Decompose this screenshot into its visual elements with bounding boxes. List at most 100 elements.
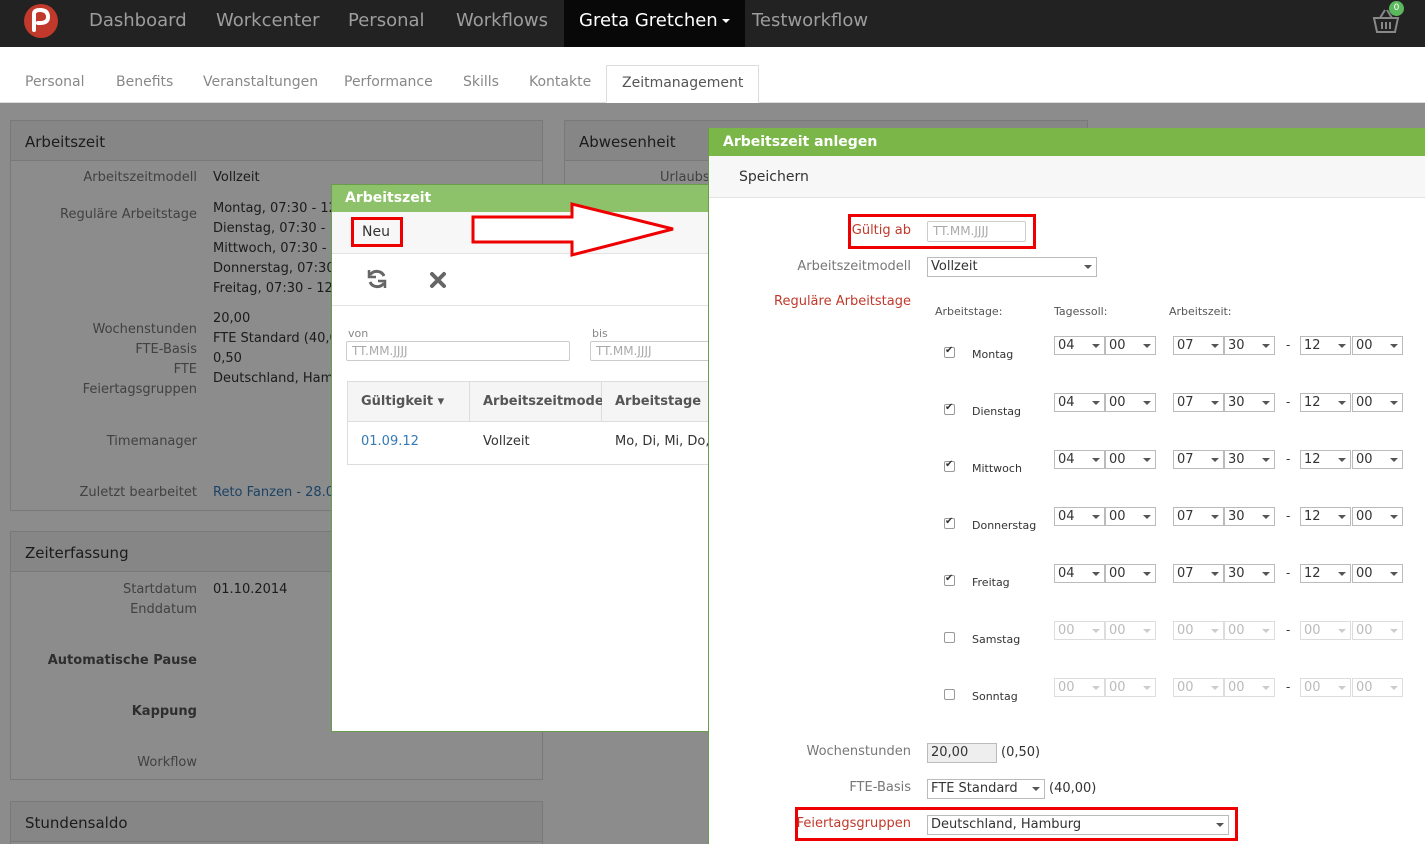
- time-select[interactable]: 12: [1300, 507, 1351, 526]
- chevron-down-icon: [1211, 344, 1219, 348]
- neu-button[interactable]: Neu: [362, 224, 390, 240]
- time-select-value: 07: [1177, 452, 1194, 467]
- time-select[interactable]: 00: [1352, 621, 1403, 640]
- table-cell-gueltigkeit[interactable]: 01.09.12: [361, 434, 419, 449]
- chevron-down-icon: [1211, 401, 1219, 405]
- time-select[interactable]: 07: [1173, 450, 1224, 469]
- time-select[interactable]: 30: [1224, 336, 1275, 355]
- chevron-down-icon: [1262, 515, 1270, 519]
- time-select[interactable]: 30: [1224, 507, 1275, 526]
- fte-basis-select[interactable]: FTE Standard: [927, 779, 1045, 799]
- time-select-value: 00: [1109, 452, 1126, 467]
- nav-dashboard[interactable]: Dashboard: [89, 0, 187, 47]
- tab-performance[interactable]: Performance: [344, 74, 433, 90]
- time-select[interactable]: 07: [1173, 507, 1224, 526]
- time-select[interactable]: 00: [1300, 678, 1351, 697]
- app-logo[interactable]: [24, 4, 58, 38]
- nav-workflows[interactable]: Workflows: [456, 0, 548, 47]
- time-select[interactable]: 00: [1105, 336, 1156, 355]
- arbeitszeitmodell-select[interactable]: Vollzeit: [927, 257, 1097, 277]
- time-select-value: 00: [1356, 509, 1373, 524]
- top-navbar: Dashboard Workcenter Personal Workflows …: [0, 0, 1425, 47]
- close-icon[interactable]: [429, 271, 447, 289]
- arbeitszeitmodell-selected: Vollzeit: [931, 259, 978, 274]
- time-select[interactable]: 04: [1054, 393, 1105, 412]
- day-checkbox[interactable]: [944, 632, 955, 643]
- day-checkbox[interactable]: [944, 345, 955, 358]
- time-select-value: 00: [1304, 623, 1321, 638]
- time-select[interactable]: 00: [1352, 336, 1403, 355]
- tab-personal[interactable]: Personal: [25, 74, 85, 90]
- time-select[interactable]: 12: [1300, 450, 1351, 469]
- time-select[interactable]: 00: [1352, 564, 1403, 583]
- time-select[interactable]: 30: [1224, 450, 1275, 469]
- tab-veranstaltungen[interactable]: Veranstaltungen: [203, 74, 318, 90]
- time-select[interactable]: 00: [1352, 393, 1403, 412]
- nav-testworkflow[interactable]: Testworkflow: [752, 0, 868, 47]
- time-select-value: 00: [1304, 680, 1321, 695]
- time-select[interactable]: 00: [1105, 621, 1156, 640]
- time-select[interactable]: 04: [1054, 336, 1105, 355]
- day-checkbox[interactable]: [944, 573, 955, 586]
- time-select[interactable]: 30: [1224, 564, 1275, 583]
- label-fte-basis: FTE-Basis: [849, 780, 911, 795]
- arbeitszeit-table: Gültigkeit ▾ Arbeitszeitmodell Arbeitsta…: [347, 381, 730, 465]
- time-select[interactable]: 00: [1173, 621, 1224, 640]
- time-select[interactable]: 04: [1054, 564, 1105, 583]
- chevron-down-icon: [1262, 458, 1270, 462]
- time-select[interactable]: 00: [1352, 450, 1403, 469]
- time-select[interactable]: 00: [1173, 678, 1224, 697]
- chevron-down-icon: [1211, 515, 1219, 519]
- day-checkbox[interactable]: [944, 689, 955, 700]
- tab-skills[interactable]: Skills: [463, 74, 499, 90]
- chevron-down-icon: [1338, 401, 1346, 405]
- time-select-value: 12: [1304, 566, 1321, 581]
- chevron-down-icon: [1262, 401, 1270, 405]
- gueltig-ab-input[interactable]: TT.MM.JJJJ: [927, 221, 1026, 242]
- time-select[interactable]: 04: [1054, 507, 1105, 526]
- feiertagsgruppen-select[interactable]: Deutschland, Hamburg: [927, 815, 1229, 835]
- time-select[interactable]: 30: [1224, 393, 1275, 412]
- column-header-gueltigkeit[interactable]: Gültigkeit ▾: [348, 382, 470, 422]
- time-select-value: 00: [1058, 623, 1075, 638]
- time-select[interactable]: 00: [1300, 621, 1351, 640]
- time-select[interactable]: 00: [1105, 678, 1156, 697]
- time-select[interactable]: 12: [1300, 336, 1351, 355]
- time-select[interactable]: 00: [1224, 678, 1275, 697]
- chevron-down-icon: [1143, 401, 1151, 405]
- time-select[interactable]: 07: [1173, 336, 1224, 355]
- time-select[interactable]: 12: [1300, 564, 1351, 583]
- time-select[interactable]: 00: [1054, 621, 1105, 640]
- time-select[interactable]: 00: [1352, 507, 1403, 526]
- tab-benefits[interactable]: Benefits: [116, 74, 173, 90]
- von-input[interactable]: TT.MM.JJJJ: [346, 341, 570, 361]
- time-select-value: 00: [1109, 623, 1126, 638]
- time-select[interactable]: 04: [1054, 450, 1105, 469]
- time-select[interactable]: 07: [1173, 564, 1224, 583]
- day-checkbox[interactable]: [944, 402, 955, 415]
- time-select[interactable]: 07: [1173, 393, 1224, 412]
- day-checkbox[interactable]: [944, 459, 955, 472]
- time-select[interactable]: 00: [1105, 393, 1156, 412]
- day-checkbox[interactable]: [944, 516, 955, 529]
- time-select[interactable]: 00: [1352, 678, 1403, 697]
- time-select-value: 00: [1177, 680, 1194, 695]
- time-select-value: 30: [1228, 338, 1245, 353]
- time-select[interactable]: 00: [1054, 678, 1105, 697]
- speichern-button[interactable]: Speichern: [739, 169, 809, 185]
- time-select[interactable]: 00: [1105, 564, 1156, 583]
- nav-user-menu[interactable]: Greta Gretchen: [564, 0, 745, 47]
- label-feiertagsgruppen: Feiertagsgruppen: [796, 816, 911, 831]
- wochenstunden-input[interactable]: 20,00: [927, 743, 997, 763]
- nav-workcenter[interactable]: Workcenter: [216, 0, 320, 47]
- time-select[interactable]: 00: [1105, 450, 1156, 469]
- refresh-icon[interactable]: [366, 268, 388, 290]
- time-select-value: 30: [1228, 566, 1245, 581]
- column-header-arbeitszeitmodell[interactable]: Arbeitszeitmodell: [470, 382, 613, 422]
- tab-kontakte[interactable]: Kontakte: [529, 74, 591, 90]
- nav-personal[interactable]: Personal: [348, 0, 425, 47]
- time-select[interactable]: 00: [1224, 621, 1275, 640]
- tab-zeitmanagement[interactable]: Zeitmanagement: [606, 65, 760, 103]
- time-select[interactable]: 00: [1105, 507, 1156, 526]
- time-select[interactable]: 12: [1300, 393, 1351, 412]
